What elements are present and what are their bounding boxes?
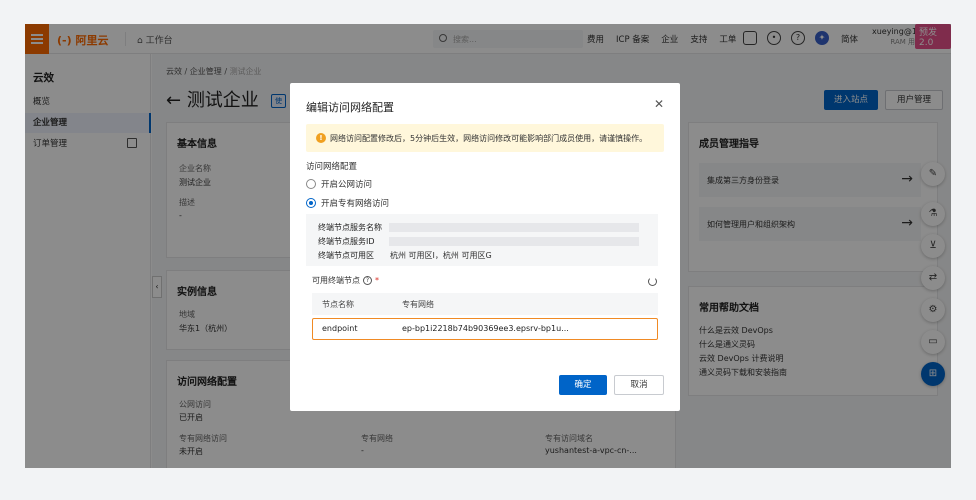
warning-icon: ! bbox=[316, 133, 326, 143]
section-label: 访问网络配置 bbox=[306, 162, 358, 172]
service-id-label: 终端节点服务ID bbox=[318, 237, 375, 246]
zone-label: 终端节点可用区 bbox=[318, 251, 374, 260]
radio-circle-checked bbox=[306, 198, 316, 208]
dialog-title: 编辑访问网络配置 bbox=[306, 101, 394, 114]
warning-banner: ! 网络访问配置修改后，5分钟后生效，网络访问修改可能影响部门成员使用，请谨慎操… bbox=[306, 124, 664, 152]
zone-value: 杭州 可用区I，杭州 可用区G bbox=[390, 251, 492, 260]
radio-label: 开启专有网络访问 bbox=[321, 199, 390, 209]
radio-label: 开启公网访问 bbox=[321, 180, 373, 190]
required-mark: * bbox=[375, 276, 379, 285]
refresh-icon[interactable] bbox=[648, 277, 657, 286]
service-name-value-placeholder bbox=[389, 223, 639, 232]
col-vpc: 专有网络 bbox=[402, 300, 434, 309]
radio-private-access[interactable]: 开启专有网络访问 bbox=[306, 197, 389, 209]
cancel-button[interactable]: 取消 bbox=[614, 375, 664, 395]
radio-circle bbox=[306, 179, 316, 189]
endpoints-label: 可用终端节点 ? * bbox=[312, 275, 379, 286]
service-name-label: 终端节点服务名称 bbox=[318, 223, 382, 232]
table-header: 节点名称 专有网络 bbox=[312, 293, 658, 315]
row-name: endpoint bbox=[322, 324, 358, 333]
close-icon[interactable]: ✕ bbox=[654, 97, 664, 111]
table-row[interactable]: endpoint ep-bp1i2218b74b90369ee3.epsrv-b… bbox=[312, 318, 658, 340]
service-id-value-placeholder bbox=[389, 237, 639, 246]
warning-text: 网络访问配置修改后，5分钟后生效，网络访问修改可能影响部门成员使用，请谨慎操作。 bbox=[330, 134, 648, 143]
endpoint-info-box: 终端节点服务名称 终端节点服务ID 终端节点可用区 杭州 可用区I，杭州 可用区… bbox=[306, 214, 658, 266]
app-frame: (-) 阿里云 ⌂ 工作台 搜索... 费用 ICP 备案 企业 支持 工单 •… bbox=[25, 24, 951, 468]
col-name: 节点名称 bbox=[322, 300, 354, 309]
question-icon[interactable]: ? bbox=[363, 276, 372, 285]
endpoints-label-text: 可用终端节点 bbox=[312, 276, 360, 285]
row-vpc: ep-bp1i2218b74b90369ee3.epsrv-bp1u... bbox=[402, 324, 569, 333]
edit-network-dialog: 编辑访问网络配置 ✕ ! 网络访问配置修改后，5分钟后生效，网络访问修改可能影响… bbox=[290, 83, 680, 411]
radio-public-access[interactable]: 开启公网访问 bbox=[306, 178, 372, 190]
confirm-button[interactable]: 确定 bbox=[559, 375, 607, 395]
